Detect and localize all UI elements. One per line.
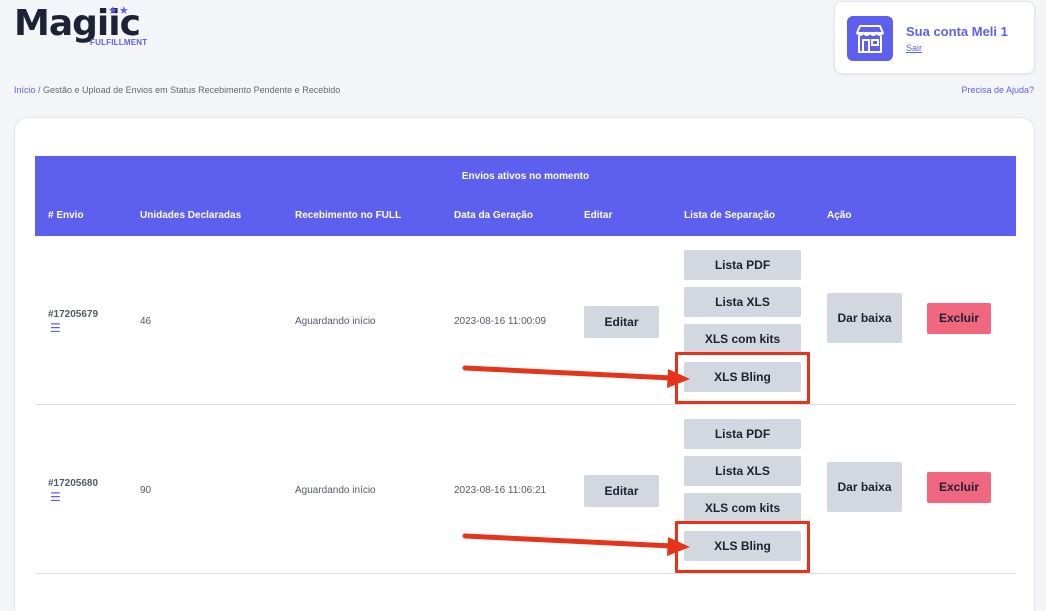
generation-date: 2023-08-16 11:00:09: [454, 316, 547, 327]
xls-bling-button[interactable]: XLS Bling: [684, 531, 801, 561]
declared-units: 90: [140, 485, 152, 496]
dar-baixa-button[interactable]: Dar baixa: [827, 462, 902, 512]
table-row: #17205680 ☰ 90 Aguardando início 2023-08…: [35, 405, 1016, 574]
declared-units: 46: [140, 316, 152, 327]
column-header-picking-list: Lista de Separação: [684, 210, 776, 221]
list-icon[interactable]: ☰: [50, 322, 61, 334]
shipment-id[interactable]: #17205679: [48, 309, 98, 320]
column-header-units: Unidades Declaradas: [140, 210, 242, 221]
column-header-envio: # Envio: [48, 210, 84, 221]
account-card: Sua conta Meli 1 Sair: [834, 1, 1035, 74]
edit-button[interactable]: Editar: [584, 306, 659, 338]
list-icon[interactable]: ☰: [50, 491, 61, 503]
column-header-action: Ação: [827, 210, 852, 221]
breadcrumb: Início / Gestão e Upload de Envios em St…: [14, 85, 340, 95]
logo-stars-icon: ★★: [108, 5, 130, 17]
breadcrumb-home-link[interactable]: Início: [14, 85, 36, 95]
delete-button[interactable]: Excluir: [927, 303, 991, 334]
list-xls-button[interactable]: Lista XLS: [684, 456, 801, 486]
column-header-date: Data da Geração: [454, 210, 533, 221]
receipt-status: Aguardando início: [295, 485, 376, 496]
breadcrumb-separator: /: [35, 85, 44, 95]
shipments-table: Envios ativos no momento # Envio Unidade…: [35, 156, 1016, 574]
list-xls-button[interactable]: Lista XLS: [684, 287, 801, 317]
account-name: Sua conta Meli 1: [906, 24, 1008, 39]
delete-button[interactable]: Excluir: [927, 472, 991, 503]
help-link[interactable]: Precisa de Ajuda?: [961, 85, 1034, 95]
column-header-receipt: Recebimento no FULL: [295, 210, 402, 221]
breadcrumb-current: Gestão e Upload de Envios em Status Rece…: [43, 85, 341, 95]
edit-button[interactable]: Editar: [584, 475, 659, 507]
main-card: Envios ativos no momento # Envio Unidade…: [14, 117, 1035, 611]
store-icon: [847, 16, 893, 61]
column-header-edit: Editar: [584, 210, 613, 221]
logout-link[interactable]: Sair: [906, 43, 922, 53]
dar-baixa-button[interactable]: Dar baixa: [827, 293, 902, 343]
generation-date: 2023-08-16 11:06:21: [454, 485, 547, 496]
receipt-status: Aguardando início: [295, 316, 376, 327]
list-pdf-button[interactable]: Lista PDF: [684, 419, 801, 449]
xls-bling-button[interactable]: XLS Bling: [684, 362, 801, 392]
logo-subtitle: FULFILLMENT: [90, 38, 148, 47]
list-pdf-button[interactable]: Lista PDF: [684, 250, 801, 280]
table-header: # Envio Unidades Declaradas Recebimento …: [35, 196, 1016, 236]
xls-with-kits-button[interactable]: XLS com kits: [684, 493, 801, 523]
table-row: #17205679 ☰ 46 Aguardando início 2023-08…: [35, 236, 1016, 405]
brand-logo: Magiic ★★ FULFILLMENT: [14, 2, 164, 52]
shipment-id[interactable]: #17205680: [48, 478, 98, 489]
table-title: Envios ativos no momento: [35, 156, 1016, 196]
xls-with-kits-button[interactable]: XLS com kits: [684, 324, 801, 354]
